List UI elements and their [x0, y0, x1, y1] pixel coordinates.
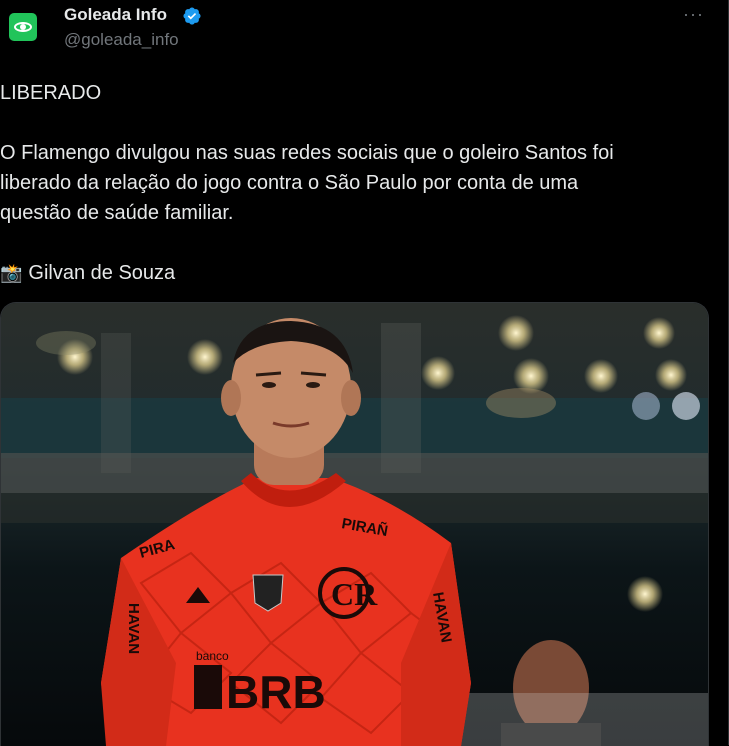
tweet-body-line: liberado da relação do jogo contra o São…: [0, 172, 579, 194]
tweet-photo[interactable]: CR banco BRB PIRAÑ PIRA HAVAN HAVAN: [0, 302, 709, 746]
author-display-name[interactable]: Goleada Info: [64, 5, 167, 25]
verified-badge-icon[interactable]: [182, 6, 202, 26]
tweet-text: LIBERADO O Flamengo divulgou nas suas re…: [0, 78, 700, 288]
tweet-body-line: O Flamengo divulgou nas suas redes socia…: [0, 142, 614, 164]
camera-flash-icon: 📸: [0, 263, 23, 283]
sleeve-text-left: HAVAN: [125, 603, 142, 654]
goalkeeper-photo: CR banco BRB PIRAÑ PIRA HAVAN HAVAN: [1, 303, 708, 746]
tweet-headline: LIBERADO: [0, 82, 102, 104]
photo-credit-name: Gilvan de Souza: [28, 262, 176, 284]
more-options-button[interactable]: ···: [683, 4, 704, 25]
goleada-logo-icon: [9, 13, 37, 41]
author-handle[interactable]: @goleada_info: [64, 30, 179, 50]
shirt-sponsor: BRB: [226, 666, 326, 718]
shirt-sponsor-small: banco: [196, 649, 229, 663]
author-avatar[interactable]: [4, 8, 42, 46]
photo-credit: 📸 Gilvan de Souza: [0, 258, 700, 288]
svg-text:CR: CR: [331, 576, 378, 612]
tweet-body-line: questão de saúde familiar.: [0, 202, 234, 224]
